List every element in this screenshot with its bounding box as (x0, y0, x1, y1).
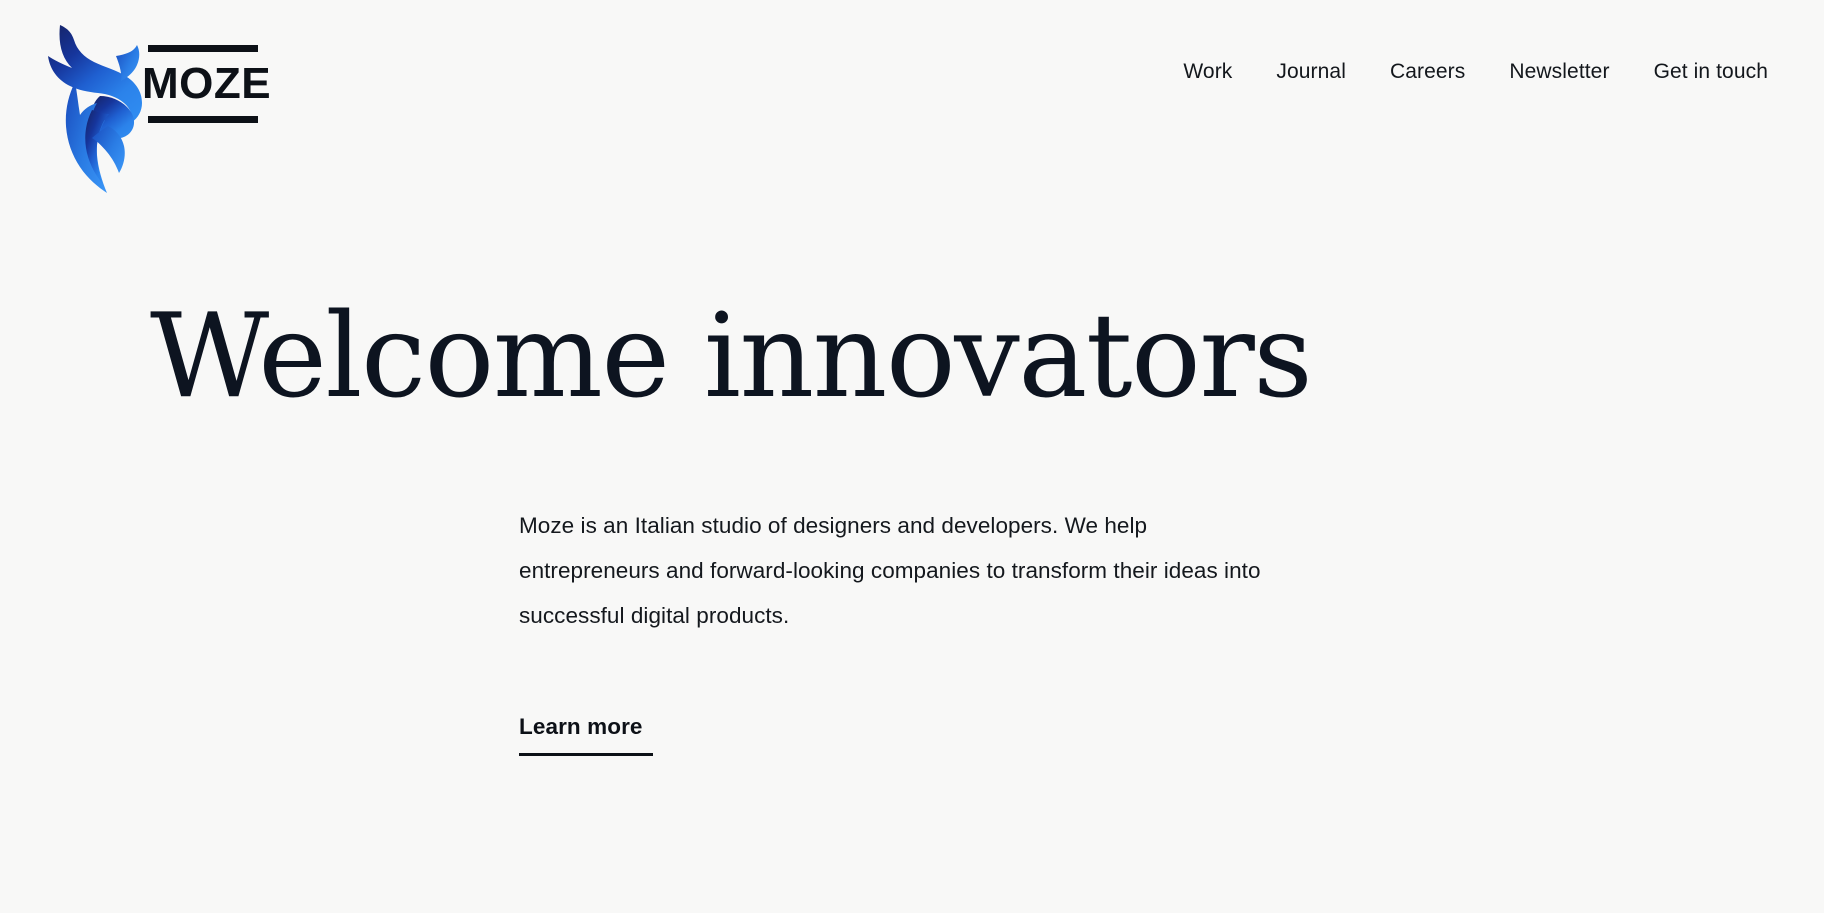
learn-more-underline (519, 753, 653, 756)
page-root: MOZE Work Journal Careers Newsletter Get… (0, 0, 1824, 913)
hero-section: Welcome innovators Moze is an Italian st… (0, 0, 1824, 913)
hero-description: Moze is an Italian studio of designers a… (519, 513, 1261, 628)
page-title: Welcome innovators (150, 289, 1313, 424)
learn-more-link[interactable]: Learn more (519, 712, 653, 756)
learn-more-label: Learn more (519, 714, 643, 739)
hero-body: Moze is an Italian studio of designers a… (519, 503, 1279, 638)
